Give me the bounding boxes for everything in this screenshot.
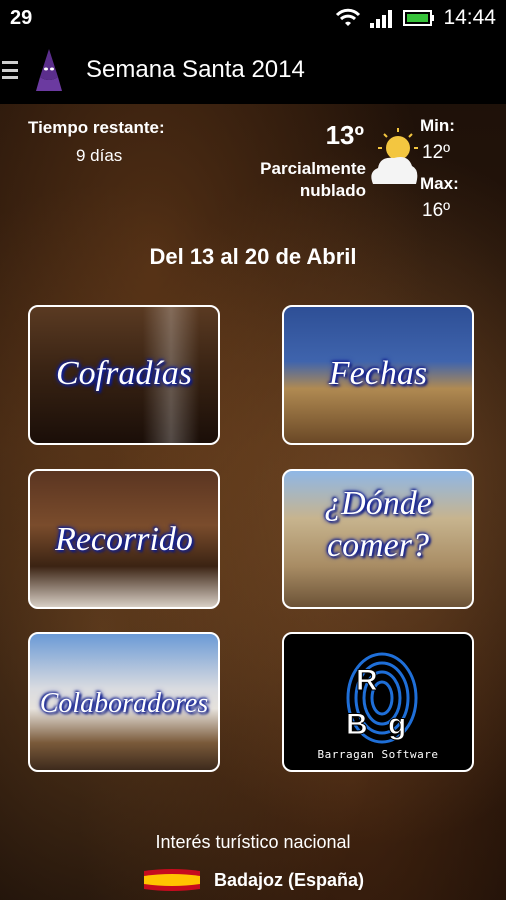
barragan-caption: Barragan Software bbox=[317, 748, 439, 761]
weather-description: Parcialmente nublado bbox=[216, 158, 366, 202]
footer-location: Badajoz (España) bbox=[0, 866, 506, 894]
max-temp-label: Max: bbox=[420, 174, 459, 193]
status-time: 14:44 bbox=[443, 6, 496, 29]
min-temp-value: 12º bbox=[422, 142, 451, 163]
tile-label-line2: comer? bbox=[327, 527, 429, 564]
weather-desc-line2: nublado bbox=[299, 181, 366, 200]
info-row: Tiempo restante: 9 días 13º Parcialmente… bbox=[0, 112, 506, 222]
tile-label: ¿Dónde comer? bbox=[284, 483, 472, 567]
status-bar: 29 14:44 bbox=[0, 0, 506, 36]
spain-flag-icon bbox=[143, 869, 200, 891]
tile-donde-comer[interactable]: ¿Dónde comer? bbox=[282, 469, 474, 609]
tile-label-line1: ¿Dónde bbox=[324, 485, 432, 522]
max-temp-value: 16º bbox=[422, 200, 451, 221]
signal-icon bbox=[370, 10, 393, 28]
battery-icon bbox=[403, 10, 435, 26]
tile-cofradias[interactable]: Cofradías bbox=[28, 305, 220, 445]
min-temp-label: Min: bbox=[420, 116, 455, 135]
time-remaining-value: 9 días bbox=[76, 146, 123, 165]
tile-label: Fechas bbox=[328, 355, 428, 392]
barragan-fingerprint-logo: R B g bbox=[346, 652, 418, 744]
weather-desc-line1: Parcialmente bbox=[260, 159, 366, 178]
tile-barragan-software[interactable]: R B g Barragan Software bbox=[282, 632, 474, 772]
tile-label: Colaboradores bbox=[39, 688, 209, 719]
date-range: Del 13 al 20 de Abril bbox=[149, 244, 357, 269]
svg-text:R: R bbox=[356, 664, 378, 697]
tile-recorrido[interactable]: Recorrido bbox=[28, 469, 220, 609]
app-bar: Semana Santa 2014 bbox=[0, 36, 506, 104]
tile-fechas[interactable]: Fechas bbox=[282, 305, 474, 445]
app-logo-icon[interactable] bbox=[32, 49, 66, 91]
footer-interest: Interés turístico nacional bbox=[155, 832, 351, 852]
status-notification-count: 29 bbox=[10, 6, 33, 29]
status-icons: 14:44 bbox=[335, 6, 506, 30]
time-remaining-label: Tiempo restante: bbox=[28, 118, 165, 137]
tile-label: Recorrido bbox=[55, 521, 193, 558]
tile-label: Cofradías bbox=[55, 355, 193, 392]
temperature: 13º bbox=[325, 120, 364, 150]
footer-location-text: Badajoz (España) bbox=[213, 869, 365, 890]
menu-icon[interactable] bbox=[0, 61, 18, 79]
tile-colaboradores[interactable]: Colaboradores bbox=[28, 632, 220, 772]
wifi-icon bbox=[336, 8, 361, 26]
app-title: Semana Santa 2014 bbox=[86, 56, 305, 83]
svg-text:g: g bbox=[388, 708, 406, 741]
svg-text:B: B bbox=[346, 708, 368, 741]
weather-partly-cloudy-icon bbox=[371, 128, 418, 184]
